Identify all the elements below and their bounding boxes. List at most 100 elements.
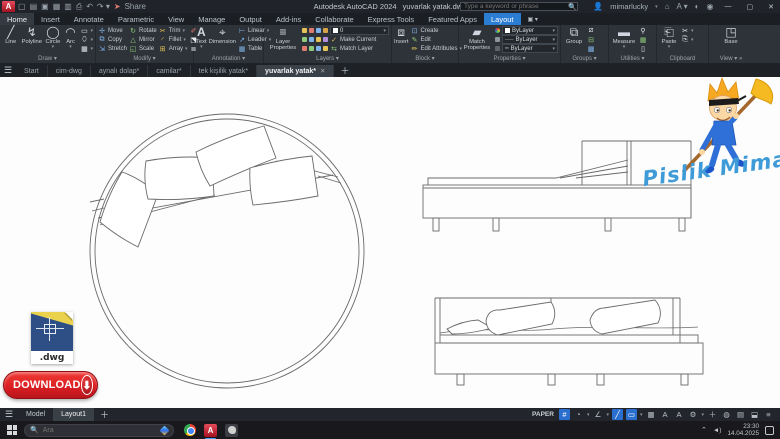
group-edit-icon[interactable]: ⊟ [587,36,595,44]
fillet-button[interactable]: ◜ Fillet ▾ [159,35,188,44]
panel-label-properties[interactable]: Properties ▾ [459,55,560,63]
block-edit-button[interactable]: ✎ Edit [411,35,463,44]
mirror-button[interactable]: △ Mirror [129,35,157,44]
clean-screen-icon[interactable]: ⬓ [749,409,760,420]
file-tab-start[interactable]: Start [16,65,48,77]
quick-select-icon[interactable]: ⚲ [639,27,647,35]
lineweight-dropdown[interactable]: ━ ByLayer ▾ [502,44,558,53]
tab-featured-apps[interactable]: Featured Apps [421,13,484,25]
file-tab-camilar[interactable]: camilar* [148,65,191,77]
close-button[interactable]: ✕ [764,3,778,11]
ungroup-icon[interactable]: ⧄ [587,27,595,35]
help-search-box[interactable]: 🔍 [460,2,578,11]
graphics-performance-icon[interactable]: ▤ [735,409,746,420]
layer-lock-icon[interactable] [316,28,321,33]
file-tab-aynali-dolap[interactable]: aynalı dolap* [91,65,149,77]
isolate-objects-icon[interactable]: ◍ [721,409,732,420]
drawing-canvas[interactable]: Pislik Mimar .dwg DOWNLOAD ⬇ [0,77,780,408]
tab-express-tools[interactable]: Express Tools [361,13,422,25]
tab-home[interactable]: Home [0,13,35,25]
ribbon-options-icon[interactable]: ▣ ▾ [521,13,545,25]
annotation-visibility-icon[interactable]: A [659,409,670,420]
volume-icon[interactable]: ◄) [713,427,722,434]
circle-button[interactable]: ◯ Circle ▾ [44,26,61,50]
search-icon[interactable]: 🔍 [568,3,577,11]
quick-calc-icon[interactable]: ▦ [639,36,647,44]
panel-label-draw[interactable]: Draw ▾ [0,55,95,63]
panel-label-layers[interactable]: Layers ▾ [264,55,391,63]
measure-button[interactable]: ▬ Measure ▾ [611,26,637,50]
redo-icon[interactable]: ↷ ▾ [97,2,110,11]
notifications-icon[interactable]: ◉ [707,2,714,11]
insert-block-button[interactable]: ⧈ Insert [394,26,409,46]
tray-chevron-icon[interactable]: ⌃ [701,426,707,434]
autodesk-apps-icon[interactable]: A ▾ [677,2,688,11]
undo-icon[interactable]: ↶ [86,2,93,11]
id-point-icon[interactable]: ▯ [639,45,647,53]
rectangle-icon[interactable]: ▭ [80,27,88,35]
app-store-icon[interactable]: ⌂ [665,2,670,11]
notification-center-icon[interactable] [765,425,774,435]
panel-label-block[interactable]: Block ▾ [392,55,458,63]
layer-unlock-icon[interactable] [323,28,328,33]
paste-button[interactable]: ⎗ Paste ▾ [659,26,679,50]
chrome-icon[interactable] [184,424,196,436]
new-file-icon[interactable]: ▢ [18,2,26,11]
snap-mode-icon[interactable]: ◔ [573,409,584,420]
arc-button[interactable]: ◠ Arc ▾ [64,26,78,50]
copilot-sparkle-icon[interactable] [159,425,170,435]
maximize-button[interactable]: ▢ [743,3,758,11]
tab-insert[interactable]: Insert [34,13,67,25]
dimension-button[interactable]: ⌖ Dimension [209,26,236,46]
new-drawing-icon[interactable]: ＋ [340,64,349,77]
share-label[interactable]: Share [125,2,146,11]
panel-label-utilities[interactable]: Utilities ▾ [609,55,656,63]
rotate-button[interactable]: ↻ Rotate [129,26,157,35]
file-tab-yuvarlak-yatak[interactable]: yuvarlak yatak* ✕ [257,65,335,77]
layer-dropdown-arrow-icon[interactable]: ▾ [383,28,386,34]
taskbar-search-input[interactable] [42,426,157,434]
hatch-icon[interactable]: ▦ [80,45,88,53]
annotation-scale-icon[interactable]: A [673,409,684,420]
panel-label-view[interactable]: View ▾ » [709,55,753,63]
edit-attributes-button[interactable]: ✏ Edit Attributes ▾ [411,44,462,53]
layout1-tab[interactable]: Layout1 [53,408,94,421]
panel-label-clipboard[interactable]: Clipboard [657,55,708,63]
model-tab[interactable]: Model [18,408,53,421]
stretch-button[interactable]: ⇲ Stretch [98,44,127,53]
open-folder-icon[interactable]: ▤ [30,2,38,11]
file-tab-tek-kisilik-yatak[interactable]: tek kişilik yatak* [191,65,258,77]
file-tabs-menu-icon[interactable]: ☰ [0,65,16,76]
taskbar-clock[interactable]: 23:30 14.04.2025 [727,423,759,437]
taskbar-search[interactable]: 🔍 [24,423,174,437]
layout-menu-icon[interactable]: ☰ [0,409,18,420]
polyline-button[interactable]: ↯ Polyline [21,26,42,46]
autocad-logo-icon[interactable]: A [2,1,15,12]
plot-icon[interactable]: ▥ [64,2,72,11]
save-as-icon[interactable]: ▦ [53,2,61,11]
linetype-dropdown[interactable]: ── ByLayer ▾ [502,35,558,44]
panel-label-groups[interactable]: Groups ▾ [561,55,608,63]
tab-addins[interactable]: Add-ins [269,13,308,25]
match-properties-button[interactable]: ▰ Match Properties [461,26,493,52]
crosshair-icon[interactable]: ＋ [707,409,718,420]
tab-layout[interactable]: Layout [483,13,521,25]
new-layout-icon[interactable]: ＋ [100,408,109,421]
paper-space-label[interactable]: PAPER [532,411,554,418]
make-current-button[interactable]: ✓ Make Current [330,35,376,44]
copy-button[interactable]: ⧉ Copy [98,35,127,44]
group-button[interactable]: ⧉ Group [563,26,585,46]
grid-toggle-icon[interactable]: # [558,409,570,420]
start-button[interactable] [0,425,24,435]
tab-manage[interactable]: Manage [191,13,232,25]
scale-button[interactable]: ◱ Scale [129,44,157,53]
move-button[interactable]: ✢ Move [98,26,127,35]
ortho-mode-icon[interactable]: ╱ [611,409,623,420]
save-icon[interactable]: ▣ [41,2,49,11]
user-dropdown-icon[interactable]: ▾ [655,4,658,10]
object-color-dropdown[interactable]: ByLayer ▾ [502,26,558,35]
selection-cycling-icon[interactable]: ▦ [645,409,656,420]
panel-label-annotation[interactable]: Annotation ▾ [194,55,263,63]
tab-view[interactable]: View [161,13,191,25]
ellipse-icon[interactable]: ⬯ [80,36,88,44]
